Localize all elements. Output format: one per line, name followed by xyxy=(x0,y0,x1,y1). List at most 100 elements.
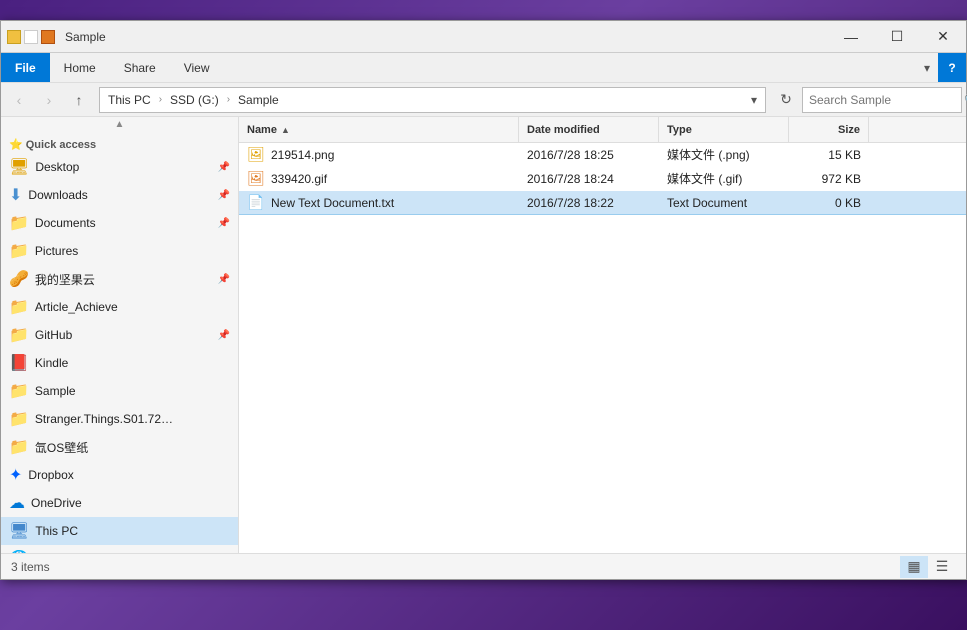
sidebar-item-label-article: Article_Achieve xyxy=(35,300,118,314)
view-btn-list[interactable]: ☰ xyxy=(928,556,956,578)
file-name-txt: New Text Document.txt xyxy=(271,196,394,210)
status-bar: 3 items ▦ ☰ xyxy=(1,553,966,579)
sidebar-item-label-onedrive: OneDrive xyxy=(31,496,82,510)
sidebar-item-sample[interactable]: 📁 Sample xyxy=(1,377,238,405)
file-type-txt: Text Document xyxy=(667,196,747,210)
file-type-png: 媒体文件 (.png) xyxy=(667,146,750,163)
downloads-folder-icon: ⬇ xyxy=(9,185,22,205)
file-list: Name ▲ Date modified Type Size 🖼 xyxy=(239,117,966,553)
sample-folder-icon: 📁 xyxy=(9,381,29,401)
table-row[interactable]: 🖼 339420.gif 2016/7/28 18:24 媒体文件 (.gif)… xyxy=(239,167,966,191)
sidebar-item-label-pictures: Pictures xyxy=(35,244,78,258)
col-header-name[interactable]: Name ▲ xyxy=(239,117,519,142)
sidebar-item-label-github: GitHub xyxy=(35,328,72,342)
desktop-pin-icon: 📌 xyxy=(218,162,230,173)
menu-share[interactable]: Share xyxy=(110,53,170,82)
sidebar-item-desktop[interactable]: 🖥 Desktop 📌 xyxy=(1,153,238,181)
address-bar[interactable]: This PC › SSD (G:) › Sample ▾ xyxy=(99,87,766,113)
sidebar-item-downloads[interactable]: ⬇ Downloads 📌 xyxy=(1,181,238,209)
window-title: Sample xyxy=(61,30,828,44)
menu-help[interactable]: ? xyxy=(938,53,966,82)
file-date-cell-png: 2016/7/28 18:25 xyxy=(519,143,659,166)
nav-bar: ‹ › ↑ This PC › SSD (G:) › Sample ▾ ↻ 🔍 xyxy=(1,83,966,117)
sidebar-item-pictures[interactable]: 📁 Pictures xyxy=(1,237,238,265)
file-date-png: 2016/7/28 18:25 xyxy=(527,148,614,162)
back-button[interactable]: ‹ xyxy=(5,87,33,113)
forward-button[interactable]: › xyxy=(35,87,63,113)
col-header-type[interactable]: Type xyxy=(659,117,789,142)
menu-view[interactable]: View xyxy=(170,53,224,82)
qios-folder-icon: 📁 xyxy=(9,437,29,457)
sidebar-item-onedrive[interactable]: ☁ OneDrive xyxy=(1,489,238,517)
col-header-date[interactable]: Date modified xyxy=(519,117,659,142)
file-size-png: 15 KB xyxy=(828,148,861,162)
title-bar-icons xyxy=(1,30,61,44)
sidebar-item-label-documents: Documents xyxy=(35,216,96,230)
table-row[interactable]: 📄 New Text Document.txt 2016/7/28 18:22 … xyxy=(239,191,966,215)
menu-home[interactable]: Home xyxy=(50,53,110,82)
path-dropdown-icon[interactable]: ▾ xyxy=(747,93,761,107)
main-content: ▲ ⭐ Quick access 🖥 Desktop 📌 ⬇ Downloads… xyxy=(1,117,966,553)
file-rows: 🖼 219514.png 2016/7/28 18:25 媒体文件 (.png)… xyxy=(239,143,966,553)
sidebar-item-label-downloads: Downloads xyxy=(28,188,87,202)
menu-chevron[interactable]: ▾ xyxy=(916,53,938,82)
close-button[interactable]: ✕ xyxy=(920,21,966,53)
file-date-cell-txt: 2016/7/28 18:22 xyxy=(519,191,659,214)
search-input[interactable] xyxy=(809,93,964,107)
file-name-png: 219514.png xyxy=(271,148,334,162)
sidebar-item-article[interactable]: 📁 Article_Achieve xyxy=(1,293,238,321)
file-explorer-window: Sample — ☐ ✕ File Home Share View ▾ ? ‹ … xyxy=(0,20,967,580)
file-size-gif: 972 KB xyxy=(822,172,861,186)
file-type-gif: 媒体文件 (.gif) xyxy=(667,170,742,187)
thispc-icon: 🖥 xyxy=(9,521,29,541)
sidebar-item-documents[interactable]: 📁 Documents 📌 xyxy=(1,209,238,237)
stranger-folder-icon: 📁 xyxy=(9,409,29,429)
sidebar-item-network[interactable]: 🌐 xyxy=(1,545,238,553)
sidebar-scroll-up[interactable]: ▲ xyxy=(1,117,238,132)
jianguo-pin-icon: 📌 xyxy=(218,274,230,285)
sidebar: ▲ ⭐ Quick access 🖥 Desktop 📌 ⬇ Downloads… xyxy=(1,117,239,553)
table-row[interactable]: 🖼 219514.png 2016/7/28 18:25 媒体文件 (.png)… xyxy=(239,143,966,167)
title-icon-2 xyxy=(24,30,38,44)
file-size-cell-txt: 0 KB xyxy=(789,191,869,214)
sidebar-item-github[interactable]: 📁 GitHub 📌 xyxy=(1,321,238,349)
file-name-cell-gif: 🖼 339420.gif xyxy=(239,167,519,190)
path-sample[interactable]: Sample xyxy=(234,92,283,108)
menu-bar: File Home Share View ▾ ? xyxy=(1,53,966,83)
sidebar-item-kindle[interactable]: 📕 Kindle xyxy=(1,349,238,377)
path-sep-2: › xyxy=(227,94,230,105)
path-ssd[interactable]: SSD (G:) xyxy=(166,92,223,108)
menu-file[interactable]: File xyxy=(1,53,50,82)
sidebar-item-stranger[interactable]: 📁 Stranger.Things.S01.720p.N xyxy=(1,405,238,433)
file-type-cell-png: 媒体文件 (.png) xyxy=(659,143,789,166)
kindle-folder-icon: 📕 xyxy=(9,353,29,373)
article-folder-icon: 📁 xyxy=(9,297,29,317)
refresh-button[interactable]: ↻ xyxy=(772,87,800,113)
sidebar-item-dropbox[interactable]: ✦ Dropbox xyxy=(1,461,238,489)
col-type-label: Type xyxy=(667,124,692,136)
sidebar-item-label-stranger: Stranger.Things.S01.720p.N xyxy=(35,412,175,426)
view-btn-icons[interactable]: ▦ xyxy=(900,556,928,578)
up-button[interactable]: ↑ xyxy=(65,87,93,113)
search-box[interactable]: 🔍 xyxy=(802,87,962,113)
dropbox-icon: ✦ xyxy=(9,465,22,485)
documents-folder-icon: 📁 xyxy=(9,213,29,233)
sidebar-item-jianguo[interactable]: 🥜 我的坚果云 📌 xyxy=(1,265,238,293)
file-list-header: Name ▲ Date modified Type Size xyxy=(239,117,966,143)
documents-pin-icon: 📌 xyxy=(218,218,230,229)
minimize-button[interactable]: — xyxy=(828,21,874,53)
title-bar: Sample — ☐ ✕ xyxy=(1,21,966,53)
sidebar-item-thispc[interactable]: 🖥 This PC xyxy=(1,517,238,545)
file-type-cell-gif: 媒体文件 (.gif) xyxy=(659,167,789,190)
col-date-label: Date modified xyxy=(527,124,600,136)
gif-file-icon: 🖼 xyxy=(247,170,265,188)
sidebar-item-qios[interactable]: 📁 氙OS壁纸 xyxy=(1,433,238,461)
sidebar-item-label-thispc: This PC xyxy=(35,524,78,538)
file-type-cell-txt: Text Document xyxy=(659,191,789,214)
col-header-size[interactable]: Size xyxy=(789,117,869,142)
desktop-folder-icon: 🖥 xyxy=(9,157,29,177)
maximize-button[interactable]: ☐ xyxy=(874,21,920,53)
col-sort-icon: ▲ xyxy=(281,125,290,135)
path-this-pc[interactable]: This PC xyxy=(104,92,155,108)
col-name-label: Name xyxy=(247,124,277,136)
